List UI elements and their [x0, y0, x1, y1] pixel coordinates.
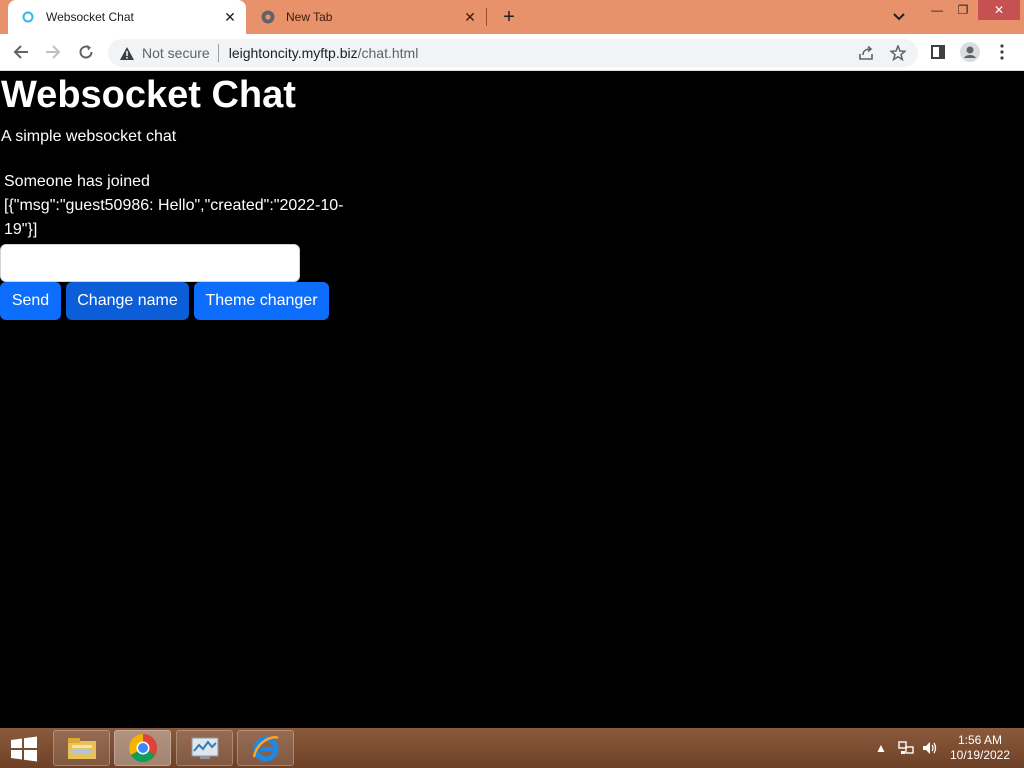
- warning-triangle-icon[interactable]: [118, 44, 136, 62]
- url-host: leightoncity.myftp.biz: [228, 45, 358, 61]
- task-manager-icon[interactable]: [176, 730, 233, 766]
- clock-time: 1:56 AM: [957, 733, 1003, 747]
- message-item: [{"msg":"guest50986: Hello","created":"2…: [4, 197, 344, 238]
- close-tab-icon[interactable]: ✕: [220, 7, 240, 27]
- show-hidden-icons-icon[interactable]: ▲: [874, 728, 888, 768]
- tab-search-chevron-icon[interactable]: [889, 7, 909, 27]
- page-subtitle: A simple websocket chat: [1, 128, 177, 145]
- change-name-button[interactable]: Change name: [66, 282, 189, 320]
- address-bar[interactable]: Not secure leightoncity.myftp.biz/chat.h…: [108, 39, 918, 67]
- chrome-taskbar-icon[interactable]: [114, 730, 171, 766]
- message-input[interactable]: [0, 244, 300, 282]
- volume-icon[interactable]: [920, 728, 940, 768]
- tab-websocket-chat[interactable]: Websocket Chat ✕: [8, 0, 246, 34]
- tab-title: New Tab: [286, 10, 333, 24]
- security-label[interactable]: Not secure: [142, 45, 210, 61]
- tab-strip: Websocket Chat ✕ New Tab ✕ + — ❐ ✕: [0, 0, 1024, 34]
- close-window-button[interactable]: ✕: [978, 0, 1020, 20]
- network-icon[interactable]: [896, 728, 916, 768]
- start-button-windows-icon[interactable]: [4, 732, 44, 766]
- file-explorer-icon[interactable]: [53, 730, 110, 766]
- browser-toolbar: Not secure leightoncity.myftp.biz/chat.h…: [0, 34, 1024, 71]
- internet-explorer-icon[interactable]: [237, 730, 294, 766]
- clock-date: 10/19/2022: [949, 748, 1011, 762]
- message-list: Someone has joined [{"msg":"guest50986: …: [4, 170, 349, 242]
- more-menu-icon[interactable]: [990, 40, 1014, 64]
- close-tab-icon[interactable]: ✕: [460, 7, 480, 27]
- theme-changer-button[interactable]: Theme changer: [194, 282, 329, 320]
- share-icon[interactable]: [852, 39, 880, 67]
- bookmark-star-icon[interactable]: [884, 39, 912, 67]
- message-item: Someone has joined: [4, 173, 150, 190]
- back-arrow-icon[interactable]: [9, 40, 33, 64]
- forward-arrow-icon[interactable]: [41, 40, 65, 64]
- url-path: /chat.html: [357, 45, 419, 61]
- side-panel-icon[interactable]: [926, 40, 950, 64]
- tab-separator: [486, 8, 487, 26]
- chrome-icon: [260, 9, 276, 25]
- taskbar-clock[interactable]: 1:56 AM 10/19/2022: [945, 733, 1015, 763]
- windows-taskbar: ▲ 1:56 AM 10/19/2022: [0, 728, 1024, 768]
- page-content: Websocket Chat A simple websocket chat S…: [0, 72, 1024, 728]
- restore-window-button[interactable]: ❐: [952, 0, 974, 20]
- profile-avatar-icon[interactable]: [958, 40, 982, 64]
- tab-new-tab[interactable]: New Tab ✕: [248, 0, 486, 34]
- address-separator: [217, 44, 219, 62]
- send-button[interactable]: Send: [0, 282, 61, 320]
- page-title: Websocket Chat: [1, 74, 296, 116]
- page-favicon-icon: [20, 9, 36, 25]
- minimize-window-button[interactable]: —: [926, 0, 948, 20]
- new-tab-button[interactable]: +: [498, 6, 520, 28]
- tab-title: Websocket Chat: [46, 10, 134, 24]
- reload-icon[interactable]: [74, 40, 98, 64]
